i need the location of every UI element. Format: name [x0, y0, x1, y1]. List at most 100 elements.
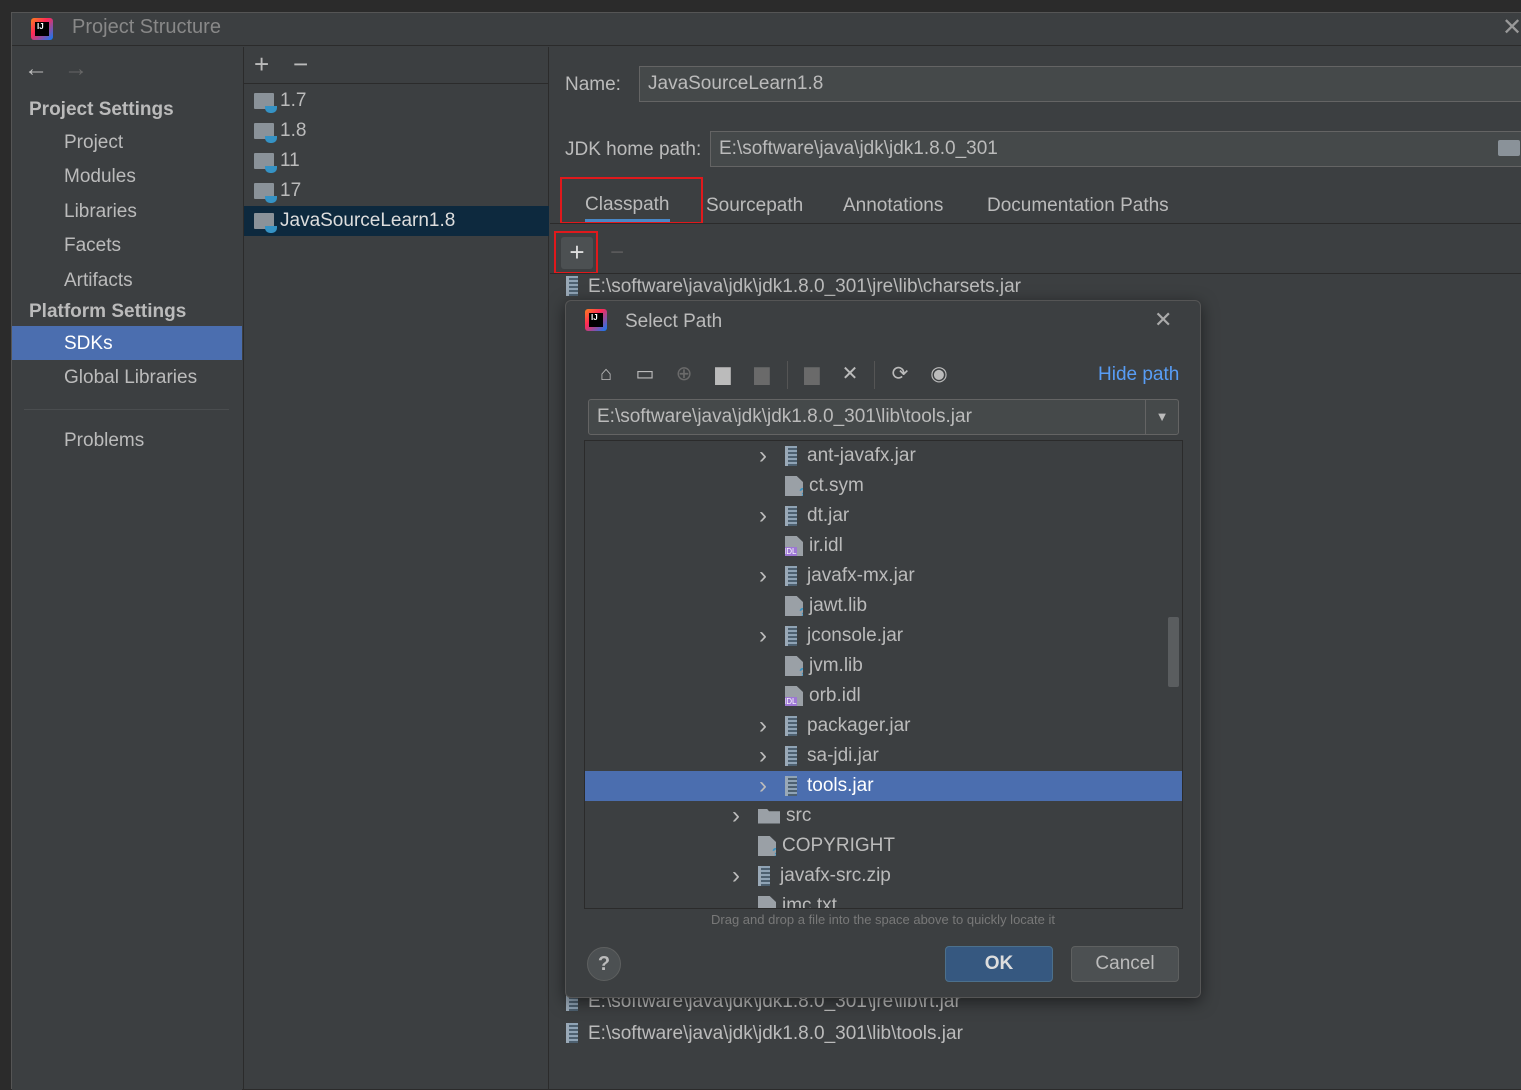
tree-row[interactable]: COPYRIGHT: [585, 831, 1182, 861]
browse-folder-icon[interactable]: [1498, 140, 1520, 156]
sidebar-item-problems[interactable]: Problems: [64, 430, 144, 452]
show-hidden-icon[interactable]: ◉: [928, 363, 950, 385]
sdk-label: 11: [280, 150, 300, 171]
chevron-right-icon[interactable]: ›: [753, 712, 773, 740]
help-button[interactable]: ?: [587, 947, 621, 981]
tree-item-label: jvm.lib: [809, 655, 863, 676]
sdk-item-selected[interactable]: JavaSourceLearn1.8: [244, 206, 549, 236]
jdk-home-path-input[interactable]: E:\software\java\jdk\jdk1.8.0_301: [710, 131, 1521, 167]
tree-item-label: src: [786, 805, 812, 826]
back-arrow-icon[interactable]: ←: [24, 55, 48, 83]
tree-row[interactable]: jmc.txt: [585, 891, 1182, 909]
jar-icon: [566, 1023, 578, 1043]
sdk-label: 1.7: [280, 90, 307, 111]
classpath-entry[interactable]: E:\software\java\jdk\jdk1.8.0_301\jre\li…: [566, 276, 1021, 298]
unknown-file-icon: [785, 656, 803, 676]
remove-classpath-button[interactable]: −: [610, 239, 624, 267]
tree-row[interactable]: › javafx-src.zip: [585, 861, 1182, 891]
tree-row[interactable]: › ant-javafx.jar: [585, 441, 1182, 471]
chevron-right-icon[interactable]: ›: [726, 862, 746, 890]
home-icon[interactable]: ⌂: [595, 363, 617, 385]
tree-item-label: javafx-src.zip: [780, 865, 891, 886]
text-file-icon: [758, 896, 776, 908]
tree-item-label: dt.jar: [807, 505, 850, 526]
jar-icon: [785, 566, 797, 586]
remove-sdk-button[interactable]: −: [293, 49, 308, 80]
module-folder-icon[interactable]: ▆: [712, 363, 734, 385]
tree-row[interactable]: › packager.jar: [585, 711, 1182, 741]
tab-annotations[interactable]: Annotations: [843, 190, 943, 222]
path-input[interactable]: E:\software\java\jdk\jdk1.8.0_301\lib\to…: [588, 399, 1179, 435]
window-title: Project Structure: [72, 16, 221, 38]
tab-documentation-paths[interactable]: Documentation Paths: [987, 190, 1169, 222]
add-sdk-button[interactable]: +: [254, 49, 269, 80]
hide-path-link[interactable]: Hide path: [1098, 364, 1179, 386]
tree-row[interactable]: › dt.jar: [585, 501, 1182, 531]
divider: [550, 223, 1521, 224]
classpath-path: E:\software\java\jdk\jdk1.8.0_301\jre\li…: [588, 276, 1021, 297]
tab-sourcepath[interactable]: Sourcepath: [706, 190, 803, 222]
tree-row[interactable]: › javafx-mx.jar: [585, 561, 1182, 591]
tree-row[interactable]: › sa-jdi.jar: [585, 741, 1182, 771]
path-history-dropdown-chevron-down-icon[interactable]: ▼: [1145, 400, 1178, 434]
sdk-item[interactable]: 1.7: [254, 86, 548, 116]
sidebar-item-libraries[interactable]: Libraries: [64, 201, 137, 223]
sdk-item[interactable]: 17: [254, 176, 548, 206]
sidebar-item-modules[interactable]: Modules: [64, 166, 136, 188]
forward-arrow-icon[interactable]: →: [64, 55, 88, 83]
chevron-right-icon[interactable]: ›: [753, 502, 773, 530]
tree-item-label: orb.idl: [809, 685, 861, 706]
sdk-list-panel: + − 1.7 1.8 11 17 JavaSourceLearn1.8: [243, 47, 549, 1090]
jar-icon: [758, 866, 770, 886]
tree-item-label: jmc.txt: [782, 895, 837, 909]
new-folder-icon[interactable]: ▆: [801, 363, 823, 385]
dialog-title: Select Path: [625, 311, 723, 332]
tree-row[interactable]: › src: [585, 801, 1182, 831]
folder-icon: [758, 808, 780, 824]
close-icon[interactable]: ✕: [1154, 307, 1172, 333]
jar-icon: [785, 746, 797, 766]
sidebar-item-artifacts[interactable]: Artifacts: [64, 270, 133, 292]
tree-row[interactable]: › tools.jar: [585, 771, 1182, 801]
sidebar-item-sdks[interactable]: SDKs: [12, 326, 242, 360]
classpath-entry[interactable]: E:\software\java\jdk\jdk1.8.0_301\lib\to…: [566, 1023, 963, 1045]
sidebar-item-facets[interactable]: Facets: [64, 235, 121, 257]
tree-row[interactable]: jvm.lib: [585, 651, 1182, 681]
tree-row[interactable]: ir.idl: [585, 531, 1182, 561]
refresh-icon[interactable]: ⟳: [889, 363, 911, 385]
library-folder-icon[interactable]: ▆: [751, 363, 773, 385]
cancel-button[interactable]: Cancel: [1071, 946, 1179, 982]
chevron-right-icon[interactable]: ›: [753, 742, 773, 770]
close-icon[interactable]: ✕: [1502, 13, 1521, 42]
add-classpath-button[interactable]: +: [561, 237, 593, 269]
jdk-folder-icon: [254, 213, 277, 233]
chevron-right-icon[interactable]: ›: [753, 442, 773, 470]
chevron-right-icon[interactable]: ›: [753, 562, 773, 590]
tree-item-label: COPYRIGHT: [782, 835, 895, 856]
intellij-logo-icon: IJ: [585, 309, 607, 331]
project-target-icon[interactable]: ⊕: [673, 363, 695, 385]
ok-button[interactable]: OK: [945, 946, 1053, 982]
jar-icon: [785, 776, 797, 796]
tree-item-label: sa-jdi.jar: [807, 745, 879, 766]
chevron-right-icon[interactable]: ›: [753, 622, 773, 650]
scrollbar-thumb[interactable]: [1168, 617, 1179, 687]
chevron-right-icon[interactable]: ›: [726, 802, 746, 830]
tree-item-label: ant-javafx.jar: [807, 445, 916, 466]
tree-row[interactable]: orb.idl: [585, 681, 1182, 711]
chevron-right-icon[interactable]: ›: [753, 772, 773, 800]
jdk-folder-icon: [254, 153, 277, 173]
delete-icon[interactable]: ✕: [839, 363, 861, 385]
sdk-item[interactable]: 11: [254, 146, 548, 176]
sidebar-item-project[interactable]: Project: [64, 132, 123, 154]
tree-item-label: jconsole.jar: [807, 625, 904, 646]
tree-row[interactable]: ct.sym: [585, 471, 1182, 501]
tree-row[interactable]: › jconsole.jar: [585, 621, 1182, 651]
desktop-icon[interactable]: ▭: [634, 363, 656, 385]
name-input[interactable]: JavaSourceLearn1.8: [639, 66, 1521, 102]
sidebar-item-global-libraries[interactable]: Global Libraries: [64, 367, 197, 389]
tree-item-label: ct.sym: [809, 475, 864, 496]
tree-row[interactable]: jawt.lib: [585, 591, 1182, 621]
tab-classpath[interactable]: Classpath: [585, 190, 670, 222]
sdk-item[interactable]: 1.8: [254, 116, 548, 146]
